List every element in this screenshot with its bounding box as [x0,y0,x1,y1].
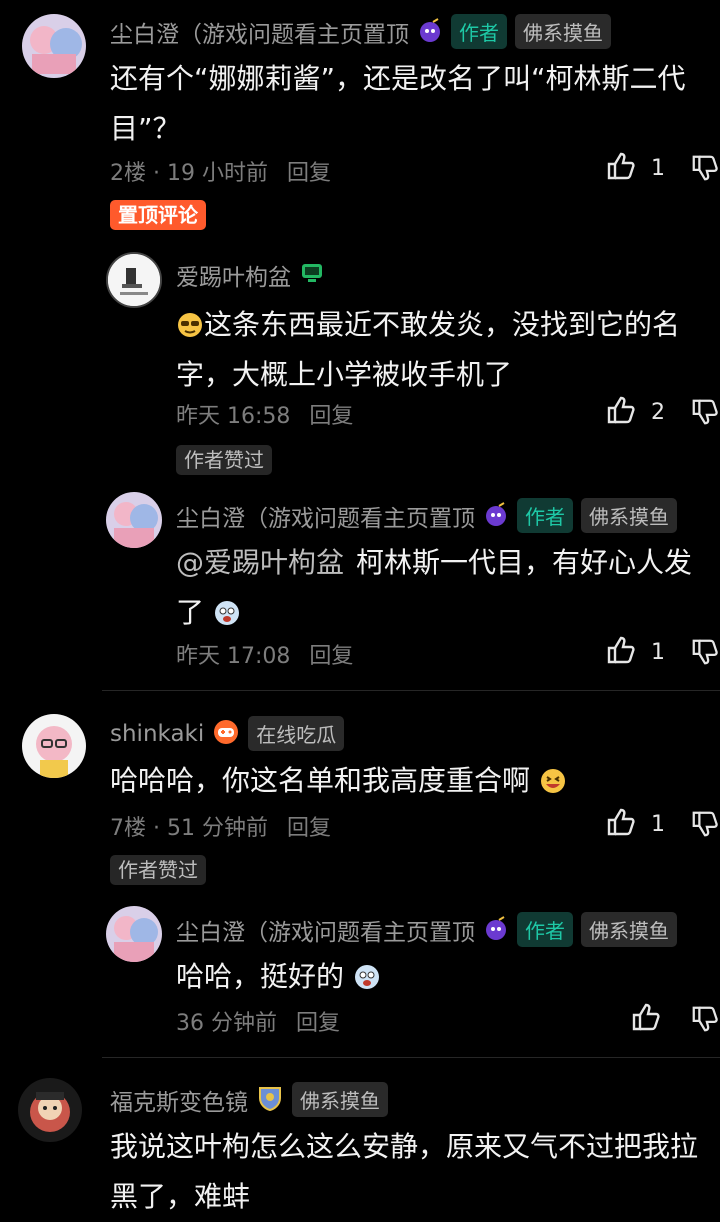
divider [102,1057,720,1058]
reply-button[interactable]: 回复 [287,161,331,186]
username[interactable]: 尘白澄（游戏问题看主页置顶 [110,15,409,49]
username[interactable]: shinkaki [110,721,204,747]
like-button[interactable]: 1 [605,806,665,842]
comment-time: 2楼 · 19 小时前 [110,161,268,186]
level-bomb-icon [483,501,509,531]
dislike-button[interactable] [690,152,720,188]
username[interactable]: 尘白澄（游戏问题看主页置顶 [176,913,475,947]
thumbs-up-icon [605,394,637,430]
reply-button[interactable]: 回复 [287,816,331,841]
scared-emoji-icon [353,957,381,989]
dislike-button[interactable] [690,808,720,844]
comment-time: 36 分钟前 [176,1011,277,1036]
like-count: 1 [651,155,665,181]
scared-emoji-icon [213,593,241,625]
comment-time: 昨天 16:58 [176,404,291,429]
thumbs-up-icon [605,150,637,186]
badge-tag: 在线吃瓜 [248,716,345,751]
comment-meta: 36 分钟前 回复 [176,1005,340,1037]
username[interactable]: 爱踢叶枸盆 [176,258,291,292]
thumbs-down-icon [690,1006,720,1039]
author-tag: 作者 [451,14,507,49]
grinning-emoji-icon [539,761,567,793]
thumbs-down-icon [690,155,720,188]
author-tag: 作者 [517,498,573,533]
comment-text: 哈哈哈，你这名单和我高度重合啊 [110,764,531,797]
like-button[interactable] [630,1001,662,1037]
dislike-button[interactable] [690,1003,720,1039]
shield-badge-icon [256,1084,284,1116]
badge-tag: 佛系摸鱼 [515,14,611,49]
comment-meta: 7楼 · 51 分钟前 回复 [110,810,331,842]
divider [102,690,720,691]
comment-content: 我说这叶枸怎么这么安静，原来又气不过把我拉黑了，难蚌 [110,1130,699,1213]
comment-meta: 2楼 · 19 小时前 回复 [110,155,331,187]
avatar[interactable] [18,1078,82,1142]
badge-tag: 佛系摸鱼 [292,1082,388,1117]
like-count: 1 [651,811,665,837]
reply-button[interactable]: 回复 [309,644,353,669]
comment-content: 这条东西最近不敢发炎，没找到它的名字，大概上小学被收手机了 [176,300,706,400]
like-button[interactable]: 2 [605,394,665,430]
avatar[interactable] [106,906,162,962]
comment-meta: 昨天 16:58 回复 [176,398,353,430]
avatar[interactable] [22,714,86,778]
like-button[interactable]: 1 [605,634,665,670]
avatar[interactable] [106,492,162,548]
comment-text: 这条东西最近不敢发炎，没找到它的名字，大概上小学被收手机了 [176,308,681,391]
like-count: 1 [651,639,665,665]
thumbs-up-icon [630,1003,662,1037]
thumbs-down-icon [690,811,720,844]
dislike-button[interactable] [690,396,720,432]
thumbs-down-icon [690,639,720,672]
like-button[interactable]: 1 [605,150,665,186]
comment-content: 还有个“娜娜莉酱”，还是改名了叫“柯林斯二代目”？ [110,62,686,145]
comment-content: 哈哈，挺好的 [176,952,706,1002]
comment-meta: 昨天 17:08 回复 [176,638,353,670]
badge-tag: 佛系摸鱼 [581,498,677,533]
gamepad-badge-icon [212,718,240,750]
comment-content: 哈哈哈，你这名单和我高度重合啊 [110,756,700,806]
level-bomb-icon [417,17,443,47]
computer-badge-icon [299,260,325,290]
author-liked-tag: 作者赞过 [176,445,272,475]
level-bomb-icon [483,915,509,945]
comment-time: 7楼 · 51 分钟前 [110,816,268,841]
username[interactable]: 福克斯变色镜 [110,1083,248,1117]
comment-text: 哈哈，挺好的 [176,960,345,993]
thumbs-up-icon [605,806,637,842]
badge-tag: 佛系摸鱼 [581,912,677,947]
mention-link[interactable]: @爱踢叶枸盆 [176,546,344,579]
sunglasses-emoji-icon [176,305,204,337]
like-count: 2 [651,399,665,425]
avatar[interactable] [22,14,86,78]
avatar[interactable] [106,252,162,308]
dislike-button[interactable] [690,636,720,672]
thumbs-down-icon [690,399,720,432]
author-liked-tag: 作者赞过 [110,855,206,885]
author-tag: 作者 [517,912,573,947]
thumbs-up-icon [605,634,637,670]
username[interactable]: 尘白澄（游戏问题看主页置顶 [176,499,475,533]
comment-time: 昨天 17:08 [176,644,291,669]
reply-button[interactable]: 回复 [309,404,353,429]
reply-button[interactable]: 回复 [296,1011,340,1036]
comment-content: @爱踢叶枸盆 柯林斯一代目，有好心人发了 [176,538,706,638]
pinned-tag: 置顶评论 [110,200,206,230]
